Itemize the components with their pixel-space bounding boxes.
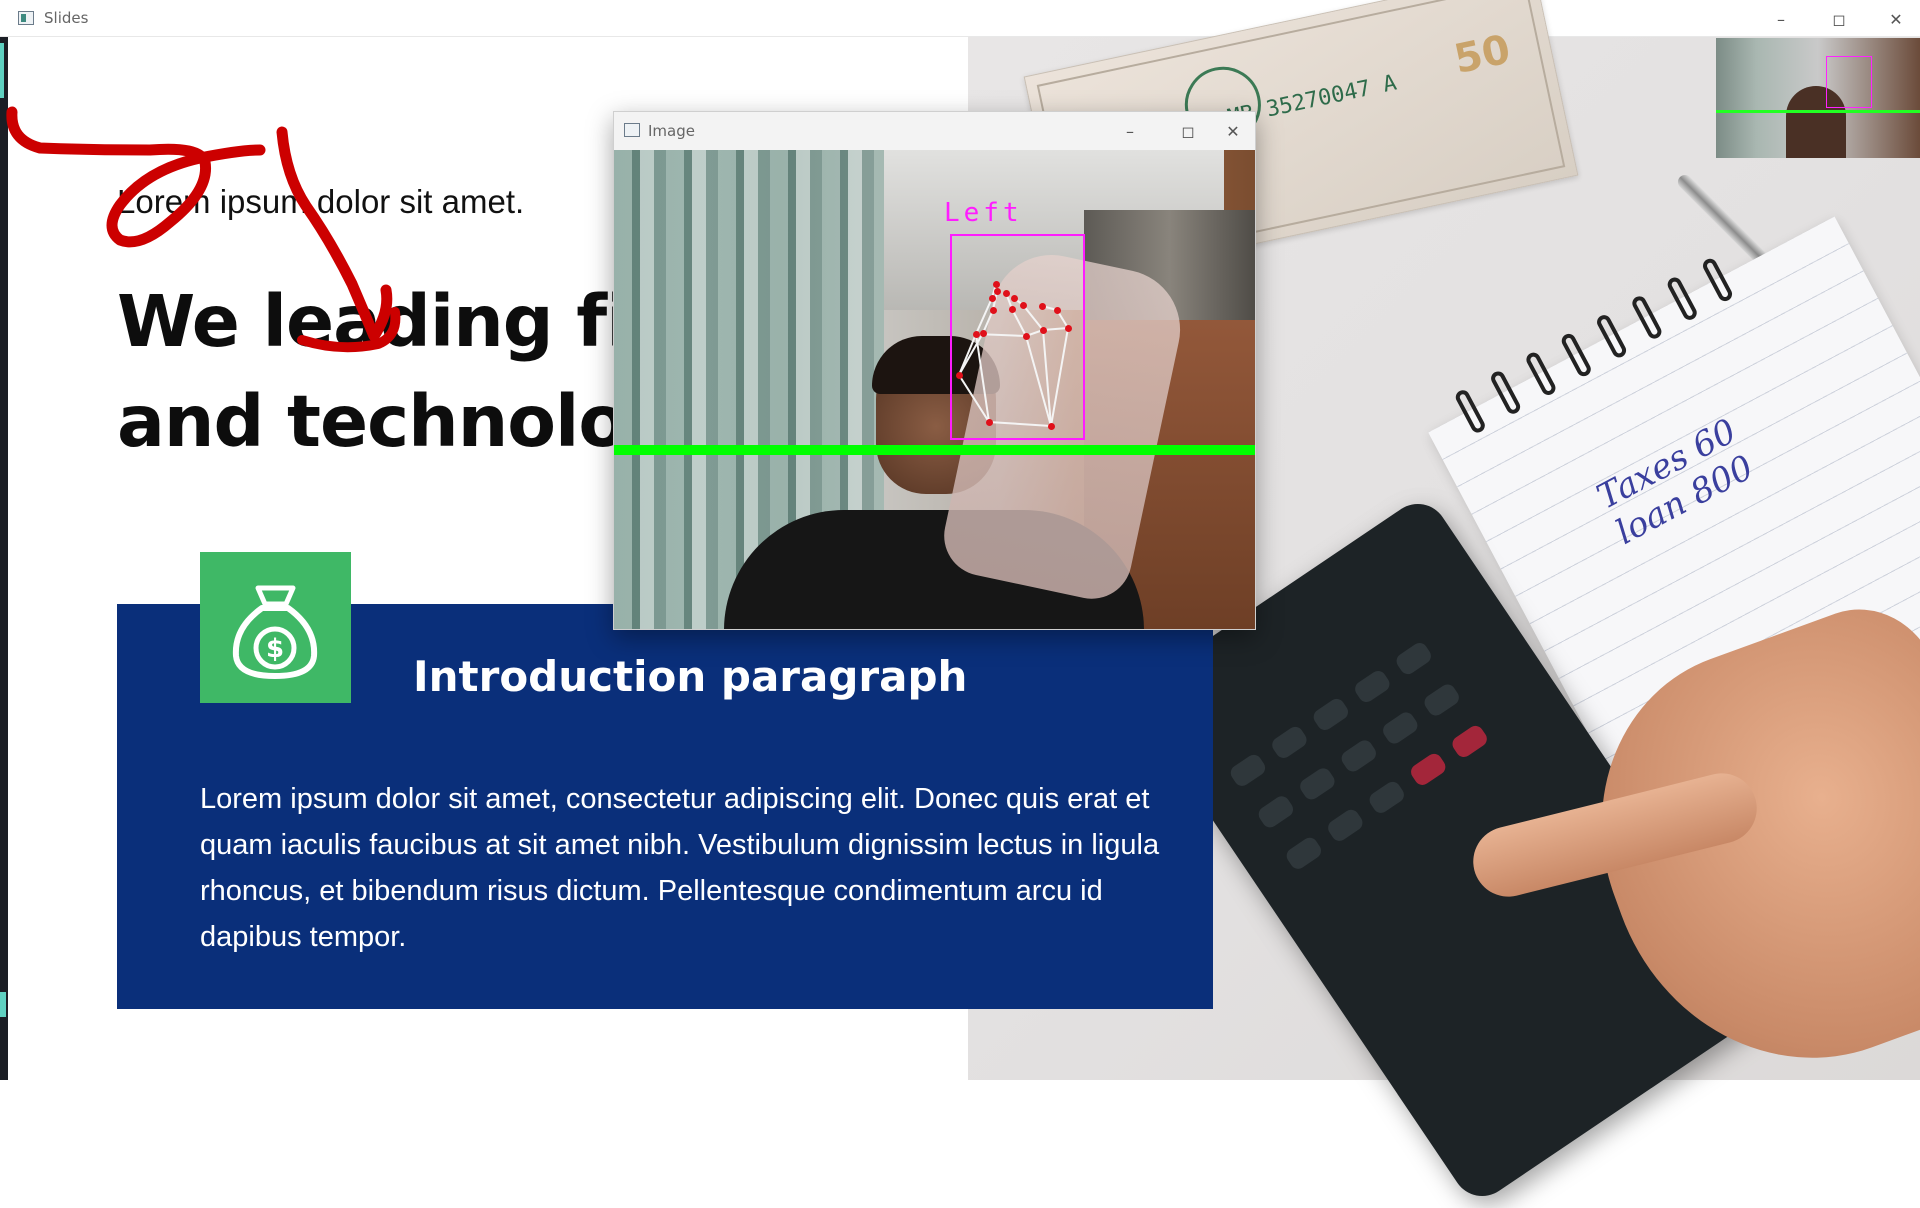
image-window-title-bar[interactable]: Image – ◻ ✕ [614, 112, 1255, 150]
close-button[interactable]: ✕ [1873, 4, 1919, 34]
minimize-button[interactable]: – [1758, 4, 1804, 34]
hand-landmark [993, 281, 1000, 288]
threshold-line [614, 445, 1255, 455]
left-edge-strip [0, 37, 8, 1080]
calculator-key [1338, 737, 1380, 775]
slide-headline: We leading fin and technolog [117, 272, 680, 472]
window-title: Slides [44, 9, 89, 27]
calculator-key [1227, 751, 1269, 790]
calculator-key [1407, 750, 1449, 789]
left-edge-marker [0, 43, 4, 98]
slide-subtitle: Lorem ipsum dolor sit amet. [117, 183, 525, 220]
hand-landmark [994, 288, 1001, 295]
calculator-key [1352, 667, 1393, 706]
calculator-key [1380, 709, 1421, 747]
hand-landmark [973, 331, 980, 338]
hand-landmark [1054, 307, 1061, 314]
hand-landmark [990, 307, 997, 314]
card-body: Lorem ipsum dolor sit amet, consectetur … [200, 783, 1160, 953]
calculator-key [1421, 681, 1462, 719]
calculator-key [1449, 722, 1490, 761]
image-window[interactable]: Image – ◻ ✕ Left [613, 111, 1256, 630]
hand-landmark [1003, 290, 1010, 297]
left-edge-marker [0, 992, 6, 1017]
calculator-key [1393, 639, 1434, 678]
app-icon [18, 11, 34, 25]
card-title: Introduction paragraph [413, 652, 968, 701]
hand-landmark [1065, 325, 1072, 332]
calculator-key [1255, 793, 1297, 831]
hand-landmark [956, 372, 963, 379]
calculator-key [1310, 695, 1352, 734]
hand-landmark [1039, 303, 1046, 310]
camera-pip-preview [1716, 38, 1920, 158]
image-close-button[interactable]: ✕ [1210, 117, 1256, 145]
pip-threshold-line [1716, 110, 1920, 113]
image-maximize-button[interactable]: ◻ [1165, 117, 1211, 145]
camera-feed: Left [614, 150, 1255, 629]
calculator-key [1283, 834, 1325, 872]
hand-landmark [1009, 306, 1016, 313]
money-badge: $ [200, 552, 351, 703]
slides-title-bar: Slides – ◻ ✕ [0, 0, 1920, 37]
headline-line: and technolog [117, 380, 677, 463]
notepad-handwriting: Taxes 60 loan 800 [1591, 411, 1762, 553]
hand-landmark [986, 419, 993, 426]
hand-landmark [989, 295, 996, 302]
calculator-key [1297, 765, 1338, 803]
hand-landmark [1011, 295, 1018, 302]
money-bag-dollar-icon: $ [232, 585, 318, 679]
pip-hand-box [1826, 56, 1872, 108]
hand-landmark [1023, 333, 1030, 340]
hand-skeleton [957, 283, 1070, 427]
app-icon [624, 123, 640, 137]
calculator-key [1269, 723, 1310, 762]
svg-text:$: $ [266, 634, 284, 664]
hand-landmark [1040, 327, 1047, 334]
image-minimize-button[interactable]: – [1107, 117, 1153, 145]
headline-line: We leading fin [117, 280, 680, 363]
calculator-key [1325, 806, 1366, 844]
calculator-key [1366, 778, 1408, 816]
maximize-button[interactable]: ◻ [1816, 4, 1862, 34]
hand-landmark [1020, 302, 1027, 309]
hand-landmark [1048, 423, 1055, 430]
image-window-title: Image [648, 122, 695, 140]
hand-landmark [980, 330, 987, 337]
